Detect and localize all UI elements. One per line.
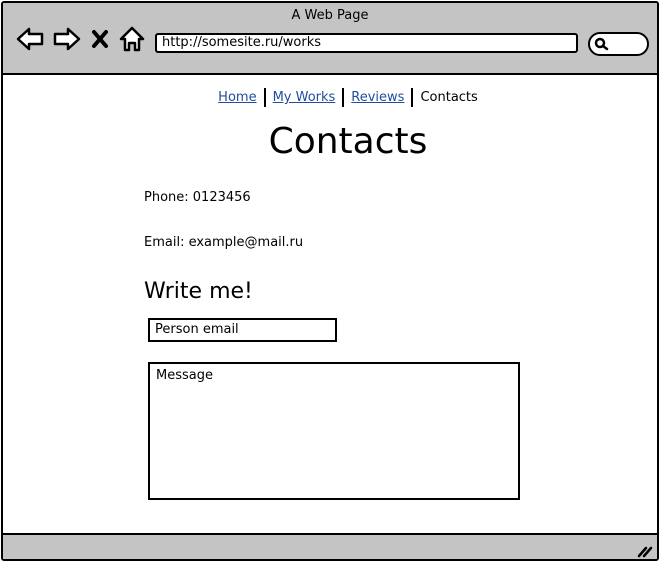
forward-arrow-icon [53,27,81,51]
phone-text: Phone: 0123456 [144,190,251,205]
page-title: Contacts [268,121,428,162]
nav-contacts-current: Contacts [420,90,478,105]
site-navigation: Home My Works Reviews Contacts [3,88,657,107]
back-button[interactable] [15,25,45,53]
back-arrow-icon [16,27,44,51]
form-title: Write me! [144,279,253,304]
nav-reviews-link[interactable]: Reviews [344,89,411,107]
status-bar [3,533,657,559]
stop-button[interactable] [89,25,111,53]
resize-grip-icon[interactable] [637,544,653,558]
message-textarea[interactable]: Message [148,362,520,500]
close-icon [92,30,108,48]
search-field[interactable] [588,32,649,56]
browser-toolbar: A Web Page http://somesite.ru/works [3,3,657,75]
nav-home-link[interactable]: Home [211,89,263,107]
window-title: A Web Page [291,8,369,23]
browser-window: A Web Page http://somesite.ru/works Home… [1,1,659,561]
email-text: Email: example@mail.ru [144,235,304,250]
nav-my-works-link[interactable]: My Works [266,89,343,107]
url-bar[interactable]: http://somesite.ru/works [155,33,578,53]
home-button[interactable] [117,25,147,53]
person-email-input[interactable]: Person email [148,318,337,342]
forward-button[interactable] [52,25,82,53]
home-icon [119,26,145,52]
search-icon [594,37,609,51]
